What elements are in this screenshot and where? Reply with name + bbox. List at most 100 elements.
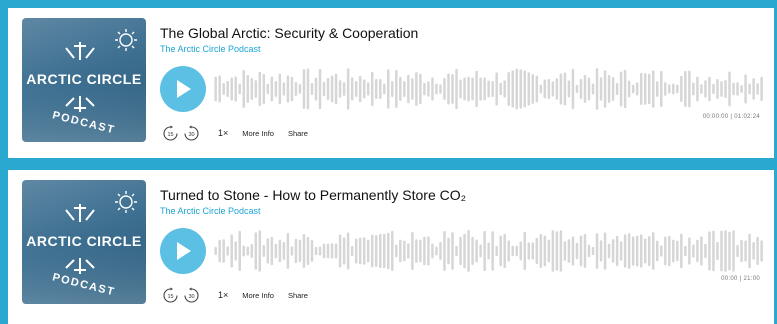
waveform-bar [503,80,506,98]
waveform-bar [362,79,366,99]
waveform-bar [246,74,250,104]
waveform-bar [688,70,691,108]
waveform-bar [623,234,627,268]
waveform-bar [692,244,695,258]
waveform-bar [354,81,358,97]
podcast-artwork: ARCTIC CIRCLE PODCAST [22,180,146,304]
waveform-bar [728,71,731,107]
playback-speed-button[interactable]: 1× [218,128,228,138]
podcast-name-link[interactable]: The Arctic Circle Podcast [160,206,261,216]
waveform-bar [471,77,474,101]
waveform-bar [595,68,599,110]
waveform-bar [495,245,498,257]
waveform-bar [286,232,290,270]
waveform-bar [262,245,266,257]
waveform-bar [483,230,486,272]
waveform-bar [342,82,346,96]
waveform-bar [708,231,711,271]
waveform-bar [370,71,374,107]
waveform-bar [635,82,639,96]
skip-back-button[interactable]: 15 [162,125,179,142]
waveform-bar [491,231,494,271]
audio-waveform-scrubber[interactable] [214,67,764,111]
waveform-bar [631,236,635,266]
skip-back-button[interactable]: 15 [162,287,179,304]
playback-speed-button[interactable]: 1× [218,290,228,300]
sun-icon [115,191,137,213]
waveform-bar [740,84,743,94]
skip-forward-30-icon: 30 [184,125,199,141]
more-info-button[interactable]: More Info [242,291,274,300]
waveform-bar [527,72,531,106]
waveform-bar [519,241,522,261]
waveform-bar [531,242,535,260]
svg-text:15: 15 [167,132,173,138]
waveform-bar [720,230,723,272]
waveform-bar [583,75,587,103]
waveform-bar [720,81,723,97]
waveform-bar [660,70,663,108]
waveform-bar [611,77,615,101]
podcast-artwork: ARCTIC CIRCLE PODCAST [22,18,146,142]
waveform-bar [491,80,494,98]
audio-waveform-scrubber[interactable] [214,229,764,273]
waveform-bar [274,81,278,97]
waveform-bar [479,244,482,258]
waveform-bar [487,80,490,98]
waveform-bar [495,72,498,106]
waveform-bar [250,243,254,258]
waveform-bar [423,82,426,96]
waveform-bar [310,82,314,96]
waveform-bar [234,241,237,261]
waveform-bar [760,240,763,262]
waveform-bar [475,70,478,108]
waveform-bar [692,82,695,96]
waveform-bar [350,245,354,257]
waveform-bar [591,83,595,95]
waveform-bar [310,240,314,262]
waveform-bar [740,239,743,263]
waveform-bar [306,68,310,110]
waveform-bar [274,243,278,259]
waveform-bar [439,242,442,260]
waveform-bar [615,82,619,96]
waveform-bar [230,77,233,101]
waveform-bar [615,235,619,267]
waveform-bar [539,84,543,94]
share-button[interactable]: Share [288,291,308,300]
waveform-bar [680,233,683,269]
waveform-bar [732,230,735,272]
waveform-bar [306,236,310,266]
waveform-bar [732,82,735,96]
play-button[interactable] [160,66,206,112]
waveform-bar [627,80,631,98]
waveform-bar [459,79,462,99]
more-info-button[interactable]: More Info [242,129,274,138]
waveform-bar [487,242,490,260]
waveform-bar [326,77,330,101]
podcast-name-link[interactable]: The Arctic Circle Podcast [160,44,261,54]
waveform-bar [467,230,470,272]
waveform-bar [334,73,338,105]
play-button[interactable] [160,228,206,274]
waveform-bar [567,239,571,263]
waveform-bar [712,230,715,272]
waveform-bar [330,75,334,103]
waveform-bar [591,246,595,256]
waveform-bar [379,233,382,269]
waveform-bar [326,243,330,259]
waveform-bar [366,82,370,96]
waveform-bar [639,234,643,268]
waveform-bar [547,239,551,263]
waveform-bar [322,81,326,97]
share-button[interactable]: Share [288,129,308,138]
waveform-bar [684,245,687,257]
waveform-bar [258,230,262,272]
waveform-bar [242,245,245,257]
waveform-bar [708,76,711,102]
waveform-bar [262,73,266,105]
waveform-bar [523,70,527,108]
waveform-bar [511,245,514,257]
skip-forward-button[interactable]: 30 [183,125,200,142]
skip-forward-button[interactable]: 30 [183,287,200,304]
